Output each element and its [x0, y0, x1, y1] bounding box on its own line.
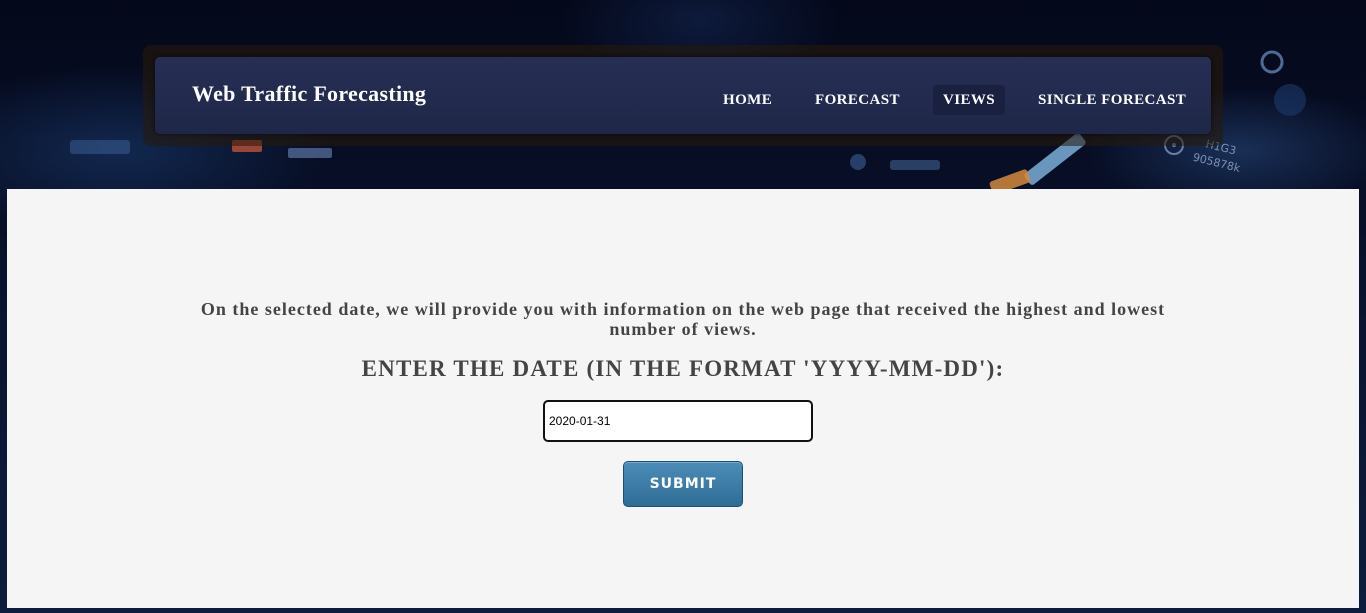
nav-link-forecast[interactable]: FORECAST	[805, 85, 910, 115]
date-input[interactable]	[543, 400, 813, 442]
navbar: Web Traffic Forecasting HOME FORECAST VI…	[155, 57, 1211, 134]
main-content: On the selected date, we will provide yo…	[7, 189, 1359, 608]
submit-button[interactable]: SUBMIT	[623, 461, 743, 507]
nav-link-views[interactable]: VIEWS	[933, 85, 1006, 115]
nav-link-home[interactable]: HOME	[713, 85, 782, 115]
intro-text: On the selected date, we will provide yo…	[200, 299, 1166, 339]
bg-text-2: 905878k	[1191, 151, 1242, 175]
brand-title[interactable]: Web Traffic Forecasting	[192, 81, 426, 107]
nav-link-single-forecast[interactable]: SINGLE FORECAST	[1028, 85, 1196, 115]
date-prompt-label: ENTER THE DATE (IN THE FORMAT 'YYYY-MM-D…	[361, 356, 1005, 381]
